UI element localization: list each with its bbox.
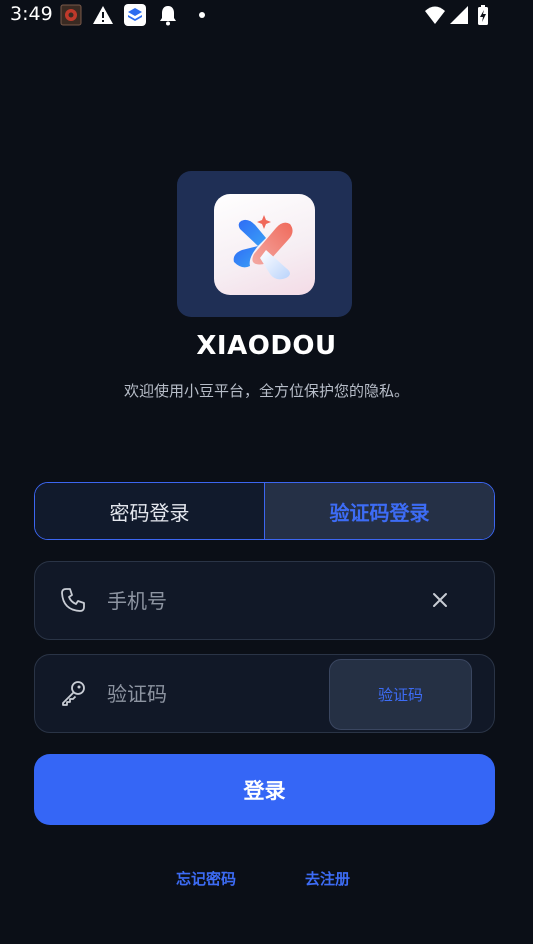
app-title: XIAODOU <box>196 331 337 361</box>
login-method-tabs: 密码登录 验证码登录 <box>34 482 495 540</box>
status-time: 3:49 <box>10 3 53 25</box>
app-notification-icon <box>60 4 82 26</box>
phone-field <box>34 561 495 640</box>
status-bar: 3:49 <box>0 0 533 30</box>
phone-icon <box>59 586 87 614</box>
register-link[interactable]: 去注册 <box>305 868 350 889</box>
forgot-password-link[interactable]: 忘记密码 <box>176 868 236 889</box>
layers-app-icon <box>124 4 146 26</box>
signal-icon <box>448 4 470 26</box>
dot-icon <box>191 4 213 26</box>
close-icon <box>433 593 447 607</box>
code-input[interactable] <box>105 673 319 715</box>
wifi-icon <box>424 4 446 26</box>
tab-code-login[interactable]: 验证码登录 <box>265 483 494 539</box>
warning-icon <box>92 4 114 26</box>
tab-password-login[interactable]: 密码登录 <box>35 483 265 539</box>
key-icon <box>59 679 87 707</box>
app-logo-tile <box>177 171 352 317</box>
send-code-button[interactable]: 验证码 <box>329 659 472 730</box>
phone-input[interactable] <box>105 580 389 622</box>
battery-charging-icon <box>475 4 497 26</box>
login-button[interactable]: 登录 <box>34 754 495 825</box>
clear-phone-button[interactable] <box>429 589 451 611</box>
app-subtitle: 欢迎使用小豆平台，全方位保护您的隐私。 <box>123 382 409 400</box>
code-field: 验证码 <box>34 654 495 733</box>
app-logo <box>214 194 315 295</box>
bell-icon <box>157 4 179 26</box>
